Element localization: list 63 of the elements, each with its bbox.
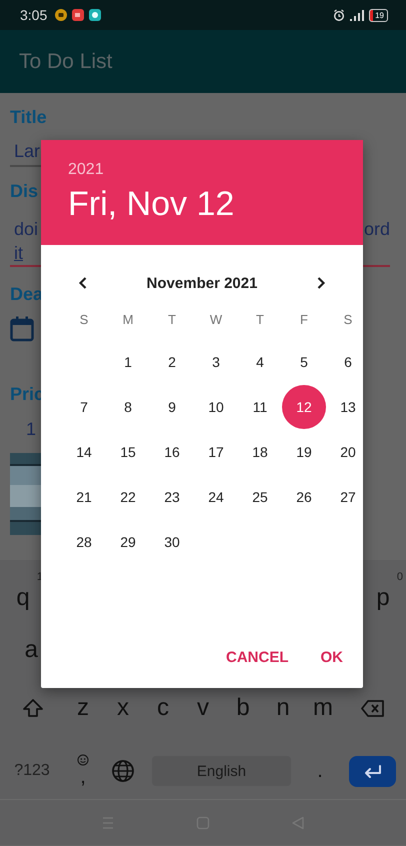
calendar-day[interactable]: 9 xyxy=(150,384,194,428)
field-label: Title xyxy=(10,106,47,129)
calendar-day[interactable]: 15 xyxy=(106,430,150,474)
field-text: it xyxy=(14,243,23,263)
calendar-day[interactable]: 30 xyxy=(150,520,194,564)
calendar-day[interactable]: 22 xyxy=(106,474,150,518)
video-icon xyxy=(72,9,84,21)
calendar-day[interactable]: 13 xyxy=(326,384,370,428)
calendar-day[interactable]: 5 xyxy=(282,340,326,384)
calendar-day[interactable]: 29 xyxy=(106,520,150,564)
calendar-day[interactable]: 17 xyxy=(194,430,238,474)
month-title: November 2021 xyxy=(146,274,258,292)
calendar-day[interactable]: 8 xyxy=(106,384,150,428)
calendar-day[interactable]: 14 xyxy=(62,430,106,474)
key-hint: 0 xyxy=(396,571,403,583)
calendar-day[interactable]: 24 xyxy=(194,474,238,518)
weekday-label: S xyxy=(78,310,90,328)
calendar-day[interactable]: 21 xyxy=(62,474,106,518)
calendar-day[interactable]: 11 xyxy=(238,384,282,428)
calendar-day[interactable]: 4 xyxy=(238,340,282,384)
weekday-label: F xyxy=(299,310,309,328)
weekday-label: T xyxy=(255,310,265,328)
field-label: Dea xyxy=(10,283,44,306)
calendar-day[interactable]: 18 xyxy=(238,430,282,474)
ok-button[interactable]: OK xyxy=(308,641,355,674)
alarm-icon xyxy=(333,9,346,21)
calendar-day[interactable]: 23 xyxy=(150,474,194,518)
weekday-label: W xyxy=(208,310,224,328)
battery-indicator: 19 xyxy=(369,8,388,22)
calendar-day[interactable]: 7 xyxy=(62,384,106,428)
calendar-day[interactable]: 19 xyxy=(282,430,326,474)
shift-icon xyxy=(21,697,45,719)
calendar-day[interactable]: 27 xyxy=(326,474,370,518)
calendar-day[interactable]: 2 xyxy=(150,340,194,384)
calendar-day[interactable]: 28 xyxy=(62,520,106,564)
calendar-day[interactable]: 26 xyxy=(282,474,326,518)
field-text: ord xyxy=(364,218,390,241)
weekday-label: T xyxy=(167,310,177,328)
calendar-day[interactable]: 12 xyxy=(282,384,326,428)
calendar-day[interactable]: 1 xyxy=(106,340,150,384)
notification-circle-icon xyxy=(55,9,68,21)
calendar-day[interactable]: 20 xyxy=(326,430,370,474)
chat-icon xyxy=(89,9,102,21)
calendar-day[interactable]: 10 xyxy=(194,384,238,428)
calendar-icon[interactable] xyxy=(10,316,34,342)
selected-date: Fri, Nov 12 xyxy=(68,184,236,225)
globe-icon xyxy=(111,759,135,783)
signal-icon xyxy=(350,10,364,20)
weekday-label: M xyxy=(122,310,134,328)
status-time: 3:05 xyxy=(20,7,48,23)
enter-key[interactable] xyxy=(349,756,396,786)
backspace-icon xyxy=(360,697,386,719)
field-text: doi xyxy=(14,218,38,241)
calendar-day[interactable]: 3 xyxy=(194,340,238,384)
calendar-day[interactable]: 16 xyxy=(150,430,194,474)
calendar-day[interactable]: 25 xyxy=(238,474,282,518)
field-label: Dis xyxy=(10,180,38,203)
field-text: 1 xyxy=(25,418,36,441)
emoji-icon xyxy=(77,754,89,766)
calendar-day[interactable]: 6 xyxy=(326,340,370,384)
app-title: To Do List xyxy=(19,50,112,74)
weekday-label: S xyxy=(342,310,354,328)
cancel-button[interactable]: CANCEL xyxy=(214,641,300,674)
